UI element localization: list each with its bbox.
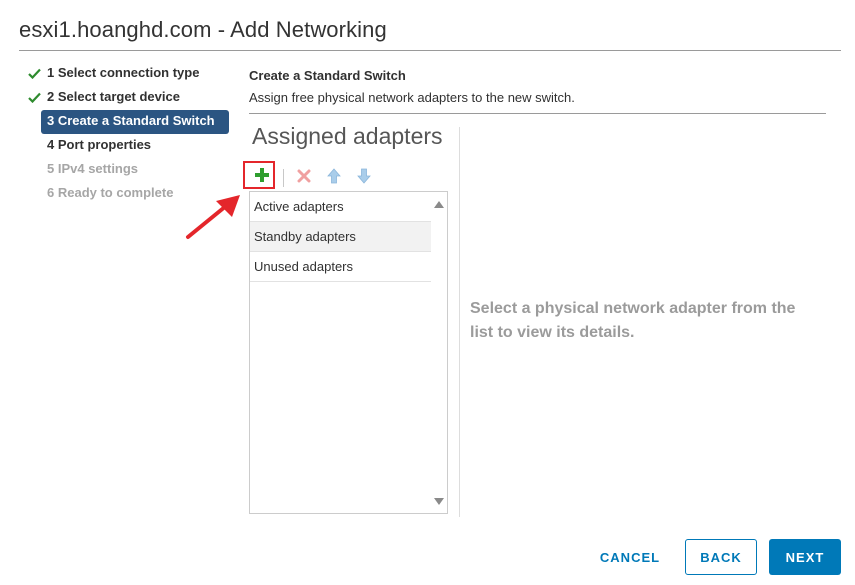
arrow-up-icon — [327, 168, 341, 184]
dialog-title: esxi1.hoanghd.com - Add Networking — [19, 17, 387, 42]
panel-divider — [459, 127, 460, 517]
section-description: Assign free physical network adapters to… — [249, 90, 575, 105]
annotation-arrow-icon — [186, 195, 240, 239]
move-down-button[interactable] — [353, 165, 375, 187]
close-icon — [297, 169, 311, 183]
list-item-active-adapters[interactable]: Active adapters — [250, 192, 431, 222]
check-icon — [27, 62, 41, 84]
step-label: 5 IPv4 settings — [47, 161, 139, 176]
back-button[interactable]: BACK — [685, 539, 757, 575]
step-label: 6 Ready to complete — [47, 185, 174, 200]
remove-adapter-button[interactable] — [293, 165, 315, 187]
toolbar-divider — [283, 169, 284, 187]
adapters-list[interactable]: Active adapters Standby adapters Unused … — [249, 191, 448, 514]
next-button[interactable]: NEXT — [769, 539, 841, 575]
add-adapter-button[interactable] — [251, 164, 273, 186]
wizard-steps: 1 Select connection type 2 Select target… — [25, 62, 235, 206]
arrow-down-icon — [357, 168, 371, 184]
assigned-adapters-title: Assigned adapters — [252, 123, 443, 149]
list-item-standby-adapters[interactable]: Standby adapters — [250, 222, 431, 252]
step-label: 3 Create a Standard Switch — [47, 113, 215, 128]
scroll-down-arrow[interactable] — [433, 495, 445, 507]
step-label: 1 Select connection type — [47, 65, 200, 80]
step-label: 4 Port properties — [47, 137, 152, 152]
step-create-standard-switch[interactable]: 3 Create a Standard Switch — [41, 110, 229, 134]
check-icon — [27, 86, 41, 108]
list-item-unused-adapters[interactable]: Unused adapters — [250, 252, 431, 282]
title-divider — [19, 50, 841, 51]
move-up-button[interactable] — [323, 165, 345, 187]
step-label: 2 Select target device — [47, 89, 180, 104]
step-ipv4-settings: 5 IPv4 settings — [25, 158, 235, 182]
section-divider — [249, 113, 826, 114]
triangle-up-icon — [434, 200, 444, 208]
step-select-target-device[interactable]: 2 Select target device — [25, 86, 235, 110]
cancel-button[interactable]: CANCEL — [592, 539, 668, 575]
triangle-down-icon — [434, 497, 444, 505]
plus-icon — [255, 168, 269, 182]
scroll-up-arrow[interactable] — [433, 198, 445, 210]
adapter-details-hint: Select a physical network adapter from t… — [470, 300, 796, 341]
step-port-properties[interactable]: 4 Port properties — [25, 134, 235, 158]
section-title: Create a Standard Switch — [249, 68, 406, 83]
step-select-connection-type[interactable]: 1 Select connection type — [25, 62, 235, 86]
